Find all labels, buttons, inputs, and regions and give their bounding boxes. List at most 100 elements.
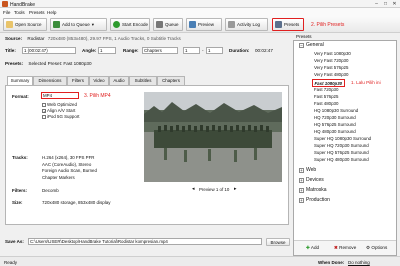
start-encode-button[interactable]: Start Encode [110, 18, 150, 31]
preset-item[interactable]: Super HQ 576p25 Surround [314, 150, 369, 155]
save-as-path-field[interactable]: C:\Users\USER\Desktop\HandBrake Tutorial… [28, 238, 262, 245]
remove-preset-button[interactable]: ✖ Remove [334, 245, 356, 251]
status-text: Ready [4, 259, 18, 265]
menu-presets[interactable]: Presets [29, 10, 45, 15]
gear-icon: ⚙ [366, 245, 371, 250]
checkbox-box [42, 102, 46, 107]
tab-filters[interactable]: Filters [67, 76, 89, 85]
preview-next-icon[interactable]: ▸ [234, 187, 239, 192]
presets-icon [275, 21, 282, 28]
collapse-icon[interactable]: − [299, 43, 304, 48]
plus-icon: ✚ [306, 245, 310, 250]
remove-icon: ✖ [334, 245, 338, 250]
window-title: HandBrake [10, 1, 36, 8]
add-queue-icon [53, 21, 60, 28]
expand-icon[interactable]: + [299, 198, 304, 203]
preview-caption: Preview 1 of 10 [199, 187, 230, 192]
preset-item[interactable]: HQ 1080p30 Surround [314, 108, 358, 113]
title-row: Title: 1 (00:02:47) Angle: 1 Range: Chap… [5, 47, 290, 55]
angle-select[interactable]: 1 [98, 47, 116, 54]
activity-log-button[interactable]: Activity Log [225, 18, 268, 31]
summary-panel: Format: MP4 3. Pilih MP4 Web Optimized A… [5, 85, 289, 225]
format-select[interactable]: MP4 [41, 92, 79, 99]
source-details: 720x480 (853x480), 29.97 FPS, 1 Audio Tr… [47, 36, 181, 41]
preset-group-general[interactable]: General [306, 42, 324, 48]
angle-label: Angle: [82, 48, 97, 53]
preset-item[interactable]: Very Fast 576p25 [314, 65, 348, 70]
preset-item[interactable]: HQ 480p30 Surround [314, 129, 356, 134]
preset-group-web[interactable]: Web [306, 167, 316, 173]
presets-button[interactable]: Presets [272, 18, 304, 31]
checkbox-checked [42, 108, 46, 113]
track-item: Foreign Audio Scan, Burned [42, 168, 97, 173]
preset-item[interactable]: Fast 720p30 [314, 87, 338, 92]
source-row: Source: Rodistar 720x480 (853x480), 29.9… [5, 36, 181, 41]
range-select[interactable]: Chapters [142, 47, 178, 54]
presets-panel-header: Presets [296, 34, 312, 39]
ipod-support-checkbox[interactable]: iPod 5G Support [42, 114, 79, 119]
preview-icon [189, 21, 196, 28]
preset-item[interactable]: HQ 720p30 Surround [314, 115, 356, 120]
preset-item[interactable]: Super HQ 720p30 Surround [314, 143, 369, 148]
expand-icon[interactable]: + [299, 188, 304, 193]
preset-item[interactable]: Very Fast 480p30 [314, 72, 348, 77]
browse-button[interactable]: Browse [266, 238, 290, 246]
tab-audio[interactable]: Audio [109, 76, 129, 85]
log-icon [228, 21, 235, 28]
title-select[interactable]: 1 (00:02:47) [22, 47, 76, 54]
preview-prev-icon[interactable]: ◂ [192, 187, 197, 192]
when-done-label: When Done: [318, 259, 345, 265]
add-to-queue-button[interactable]: Add to Queue ▾ [50, 18, 107, 31]
menu-file[interactable]: File [3, 10, 10, 15]
expand-icon[interactable]: + [299, 168, 304, 173]
preview-button[interactable]: Preview [186, 18, 222, 31]
tab-subtitles[interactable]: Subtitles [129, 76, 157, 85]
presets-annotation: 2. Pilih Presets [311, 22, 345, 28]
when-done-select[interactable]: Do nothing [348, 260, 370, 265]
preset-group-matroska[interactable]: Matroska [306, 187, 327, 193]
minimize-icon[interactable]: – [372, 1, 381, 7]
preset-item[interactable]: Very Fast 720p30 [314, 58, 348, 63]
preset-group-production[interactable]: Production [306, 197, 330, 203]
preset-item[interactable]: Super HQ 1080p30 Surround [314, 136, 371, 141]
tab-chapters[interactable]: Chapters [157, 76, 185, 85]
menu-help[interactable]: Help [47, 10, 56, 15]
add-preset-button[interactable]: ✚ Add [306, 245, 319, 251]
preset-item[interactable]: HQ 576p25 Surround [314, 122, 356, 127]
play-icon [113, 21, 120, 28]
handbrake-app-icon [2, 1, 8, 7]
format-label: Format: [12, 94, 29, 99]
open-source-button[interactable]: Open Source [3, 18, 47, 31]
chevron-down-icon[interactable]: ▾ [92, 22, 94, 28]
maximize-icon[interactable]: □ [381, 1, 390, 7]
menu-tools[interactable]: Tools [14, 10, 25, 15]
range-dash: - [202, 48, 204, 53]
preset-item[interactable]: Fast 576p25 [314, 94, 338, 99]
preset-item[interactable]: Very Fast 1080p30 [314, 51, 351, 56]
preset-item[interactable]: Fast 480p30 [314, 101, 338, 106]
duration-label: Duration: [229, 48, 250, 53]
folder-icon [6, 21, 13, 28]
tab-dimensions[interactable]: Dimensions [33, 76, 67, 85]
range-label: Range: [123, 48, 139, 53]
format-annotation: 3. Pilih MP4 [84, 93, 111, 99]
align-av-checkbox[interactable]: Align A/V Start [42, 108, 75, 113]
queue-button[interactable]: Queue [153, 18, 183, 31]
title-bar: HandBrake – □ ✕ [0, 0, 400, 8]
preset-item[interactable]: Super HQ 480p30 Surround [314, 157, 369, 162]
menu-bar: File Tools Presets Help [0, 8, 400, 16]
web-optimized-checkbox[interactable]: Web Optimized [42, 102, 77, 107]
status-bar: Ready When Done: Do nothing [0, 256, 400, 266]
filters-label: Filters: [12, 188, 28, 193]
preset-options-button[interactable]: ⚙ Options [366, 245, 387, 251]
source-label: Source: [5, 36, 23, 41]
range-to-select[interactable]: 1 [206, 47, 223, 54]
tab-video[interactable]: Video [89, 76, 109, 85]
expand-icon[interactable]: + [299, 178, 304, 183]
preset-group-devices[interactable]: Devices [306, 177, 324, 183]
queue-icon [156, 21, 163, 28]
range-from-select[interactable]: 1 [183, 47, 200, 54]
preset-item-selected[interactable]: Fast 1080p30 [312, 79, 345, 87]
toolbar: Open Source Add to Queue ▾ Start Encode … [0, 16, 400, 33]
close-icon[interactable]: ✕ [390, 1, 399, 7]
